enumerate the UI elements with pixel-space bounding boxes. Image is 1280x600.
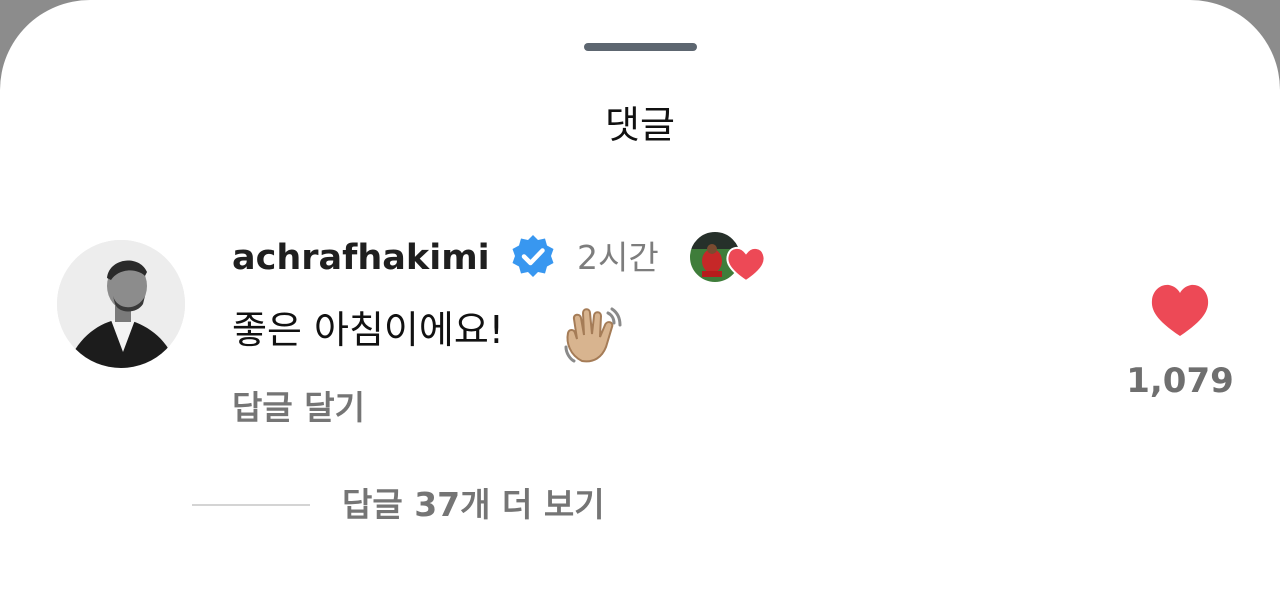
like-count: 1,079 (1126, 361, 1234, 401)
avatar[interactable] (57, 240, 185, 368)
replies-divider-line (192, 504, 310, 506)
profile-photo-icon (57, 240, 185, 368)
comment-timestamp: 2시간 (577, 238, 659, 277)
creator-liked-heart-icon (688, 230, 766, 284)
view-more-replies-label: 답글 37개 더 보기 (342, 485, 605, 524)
waving-hand-emoji (564, 307, 622, 363)
reply-button[interactable]: 답글 달기 (232, 380, 365, 436)
sheet-title: 댓글 (605, 103, 675, 147)
verified-badge-icon (512, 235, 554, 277)
comment-text: 좋은 아침이에요! (232, 308, 505, 352)
comments-sheet: 댓글 achrafhakimi 2시간 좋은 아침이에요! 답글 달기 1,07… (0, 0, 1280, 600)
drag-handle[interactable] (584, 43, 697, 51)
username[interactable]: achrafhakimi (232, 232, 490, 284)
heart-icon[interactable] (1150, 282, 1210, 338)
